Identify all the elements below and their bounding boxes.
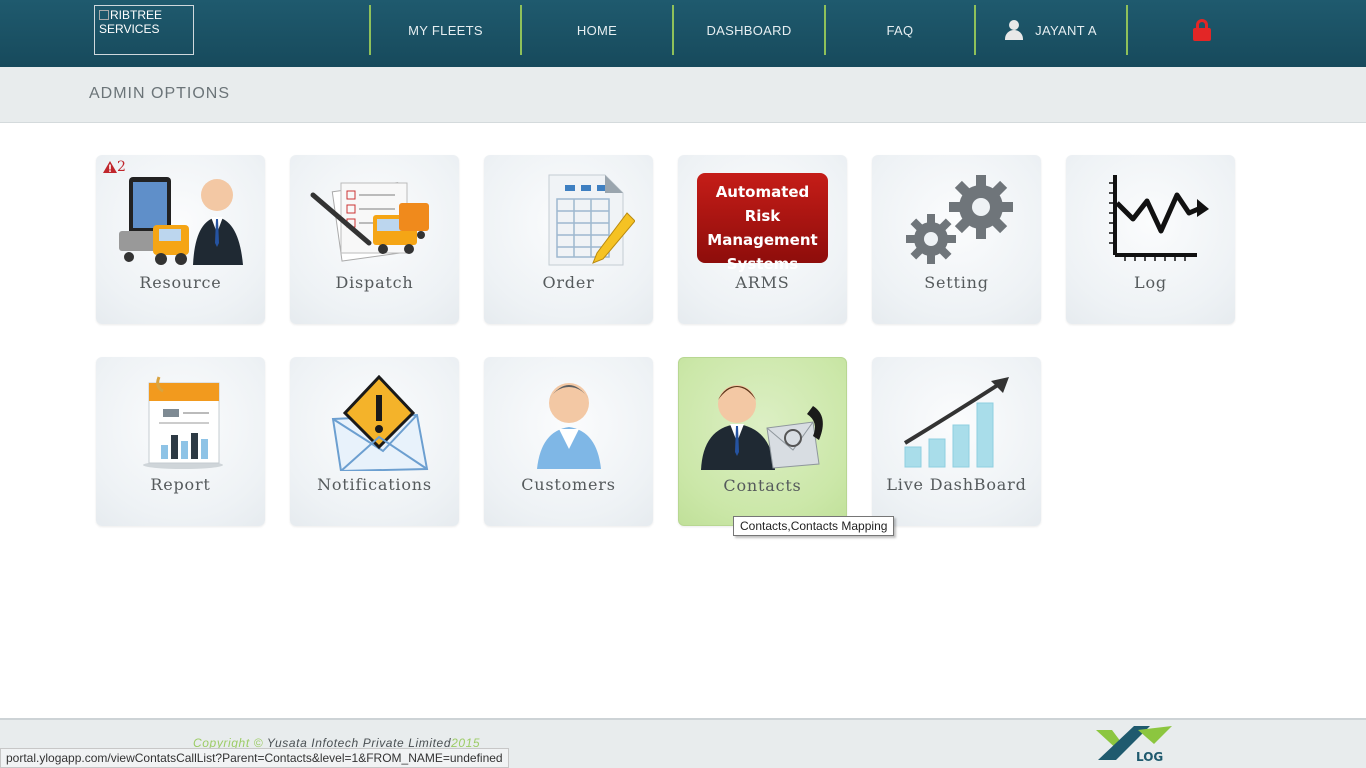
resource-icon [118,177,243,265]
nav-my-fleets-label: MY FLEETS [408,22,483,38]
broken-image-icon [99,10,109,20]
tile-setting[interactable]: Setting [872,155,1041,324]
arms-banner: Automated Risk Management Systems [697,173,828,273]
tile-contacts-label: Contacts [723,476,802,495]
nav-home[interactable]: HOME [522,5,672,55]
contacts-icon [700,385,823,470]
tile-report-label: Report [150,475,211,494]
customer-avatar-icon [536,383,601,469]
tile-notifications-label: Notifications [317,475,432,494]
tile-resource-label: Resource [139,273,222,292]
log-chart-icon [1108,175,1209,261]
user-icon [1005,20,1024,40]
tile-dispatch-label: Dispatch [335,273,414,292]
gears-icon [905,175,1013,264]
tile-contacts[interactable]: Contacts [678,357,847,526]
browser-status-bar: portal.ylogapp.com/viewContatsCallList?P… [0,748,509,768]
user-name: JAYANT A [1035,22,1097,38]
nav-dashboard[interactable]: DASHBOARD [674,5,824,55]
tile-dispatch[interactable]: Dispatch [290,155,459,324]
admin-options-bar: ADMIN OPTIONS [0,67,1366,123]
notification-envelope-icon [331,375,428,471]
tile-order[interactable]: Order [484,155,653,324]
tile-log-label: Log [1134,273,1167,292]
tile-arms[interactable]: Automated Risk Management Systems ARMS [678,155,847,324]
tile-log[interactable]: Log [1066,155,1235,324]
arms-banner-line: Automated Risk [715,183,810,225]
nav-home-label: HOME [576,22,618,38]
nav-separator [1126,5,1128,55]
nav-dashboard-label: DASHBOARD [706,22,792,38]
arms-banner-line: Management [707,231,818,249]
nav-faq-label: FAQ [886,22,914,38]
tile-live-dashboard[interactable]: Live DashBoard [872,357,1041,526]
growth-chart-icon [903,377,1009,468]
tile-setting-label: Setting [924,273,989,292]
ylog-logo: LOG [1096,726,1172,764]
tile-customers[interactable]: Customers [484,357,653,526]
company-logo[interactable]: RIBTREE SERVICES [94,5,194,55]
tile-customers-label: Customers [521,475,616,494]
tile-arms-label: ARMS [735,273,790,292]
tile-report[interactable]: Report [96,357,265,526]
page-title: ADMIN OPTIONS [89,85,231,102]
nav-faq[interactable]: FAQ [826,5,974,55]
tile-notifications[interactable]: Notifications [290,357,459,526]
tile-live-dashboard-label: Live DashBoard [886,475,1027,494]
top-navigation-bar: RIBTREE SERVICES MY FLEETS HOME DASHBOAR… [0,0,1366,67]
warning-icon [103,161,117,173]
contacts-tooltip: Contacts,Contacts Mapping [733,516,895,536]
nav-my-fleets[interactable]: MY FLEETS [371,5,520,55]
dispatch-icon [310,182,429,262]
nav-user-menu[interactable]: JAYANT A [976,5,1126,55]
ylog-logo-text: LOG [1136,750,1163,764]
tile-order-label: Order [542,273,595,292]
report-icon [142,376,223,469]
order-icon [548,174,635,266]
logout-lock-icon[interactable] [1193,19,1211,41]
tile-resource[interactable]: 2 Resource [96,155,265,324]
